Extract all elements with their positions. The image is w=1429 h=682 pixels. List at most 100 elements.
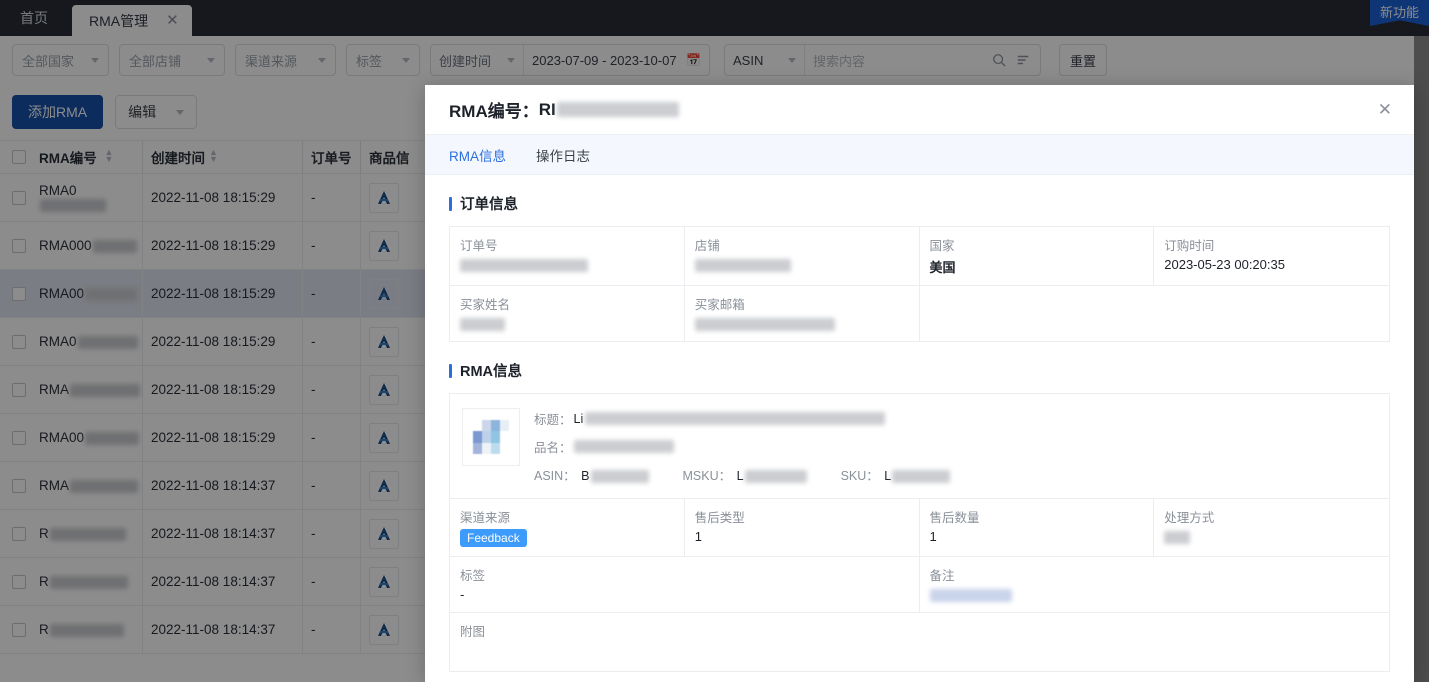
product-asin: ASIN： B [534,465,649,484]
product-asin-value: B [581,469,649,483]
redacted-value [585,412,886,425]
field-aftersale-type: 售后类型 1 [685,499,920,556]
field-aftersale-qty-label: 售后数量 [929,511,980,525]
redacted-value [1164,531,1191,545]
field-tag-label: 标签 [460,569,486,583]
redacted-rma-number [556,102,679,117]
modal-body: 订单信息 订单号 店铺 国家 美国 订购时间 2023-05-23 00:20:… [425,175,1414,682]
order-info-row: 订单号 店铺 国家 美国 订购时间 2023-05-23 00:20:35 [450,227,1389,286]
field-channel-source-label: 渠道来源 [460,511,511,525]
field-remark-label: 备注 [929,569,955,583]
field-tag-value: - [460,587,465,602]
field-aftersale-type-value: 1 [694,529,702,544]
tab-operation-log[interactable]: 操作日志 [536,145,590,165]
product-asin-label: ASIN： [534,469,576,483]
product-title-text: Li [573,411,584,426]
product-name-value [573,440,674,453]
section-accent-bar [449,196,452,211]
product-msku: MSKU： L [683,465,807,484]
field-order-time-value: 2023-05-23 00:20:35 [1164,257,1285,272]
field-store: 店铺 [685,227,920,285]
redacted-value [929,589,1012,603]
rma-info-title-label: RMA信息 [460,364,523,380]
product-title-label: 标题： [534,413,572,427]
redacted-value [694,259,791,273]
rma-info-section-title: RMA信息 [449,360,1390,381]
modal-tab-bar: RMA信息 操作日志 [425,135,1414,175]
product-sku-label: SKU： [840,469,879,483]
product-msku-label: MSKU： [682,469,732,483]
tab-rma-info-label: RMA信息 [449,148,506,164]
field-store-value [694,257,909,273]
field-tag: 标签 - [450,557,920,612]
field-buyer-email-value [694,316,909,332]
rma-info-grid: 标题： Li 品名： ASIN： B MSKU： L SKU： L 渠道来源 F… [449,393,1390,672]
product-meta-line: ASIN： B MSKU： L SKU： L [534,465,1377,484]
product-sku-text: L [884,469,892,483]
product-name-label: 品名： [534,441,572,455]
modal-title-value: RI [538,99,556,119]
product-asin-text: B [581,469,590,483]
field-order-time: 订购时间 2023-05-23 00:20:35 [1154,227,1389,285]
field-order-number: 订单号 [450,227,685,285]
order-info-grid: 订单号 店铺 国家 美国 订购时间 2023-05-23 00:20:35 买家… [449,226,1390,342]
field-country: 国家 美国 [920,227,1155,285]
product-msku-text: L [736,469,744,483]
field-buyer-name-label: 买家姓名 [460,298,511,312]
backdrop-right-strip [1414,36,1429,682]
status-badge: Feedback [460,529,527,547]
section-accent-bar [449,363,452,378]
redacted-value [892,469,951,483]
field-handling-method-label: 处理方式 [1164,511,1215,525]
rma-attributes-row: 渠道来源 Feedback 售后类型 1 售后数量 1 处理方式 [450,499,1389,557]
field-handling-method-value [1164,529,1379,545]
redacted-value [744,469,807,483]
product-text-lines: 标题： Li 品名： ASIN： B MSKU： L SKU： L [534,408,1377,484]
redacted-value [460,259,588,273]
product-title-line: 标题： Li [534,409,1377,428]
product-thumbnail-image [473,420,509,454]
rma-attachments-row: 附图 [450,613,1389,672]
product-title-value: Li [574,412,886,426]
field-empty [920,286,1390,341]
modal-title-prefix: RMA编号： [449,102,539,121]
field-remark-value [929,587,1380,603]
order-info-row: 买家姓名 买家邮箱 [450,286,1389,342]
field-country-value: 美国 [929,260,956,275]
field-country-label: 国家 [929,239,955,253]
product-sku: SKU： L [841,465,951,484]
order-info-section-title: 订单信息 [449,193,1390,214]
field-buyer-email-label: 买家邮箱 [694,298,745,312]
field-buyer-email: 买家邮箱 [685,286,920,341]
field-remark: 备注 [920,557,1390,612]
field-aftersale-type-label: 售后类型 [694,511,745,525]
redacted-value [694,318,835,332]
field-channel-source: 渠道来源 Feedback [450,499,685,556]
field-aftersale-qty-value: 1 [929,529,937,544]
tab-rma-info[interactable]: RMA信息 [449,145,506,165]
redacted-value [460,318,505,332]
field-order-time-label: 订购时间 [1164,239,1215,253]
close-icon[interactable]: ✕ [1378,101,1392,118]
field-order-number-value [460,257,674,273]
order-info-title-label: 订单信息 [460,197,518,213]
product-sku-value: L [884,469,951,483]
field-aftersale-qty: 售后数量 1 [920,499,1155,556]
tab-operation-log-label: 操作日志 [536,148,590,164]
redacted-value [590,469,649,483]
modal-header: RMA编号： RI ✕ [425,85,1414,135]
product-summary: 标题： Li 品名： ASIN： B MSKU： L SKU： L [450,394,1389,499]
redacted-value [573,440,674,453]
product-msku-value: L [737,469,807,483]
field-attachments: 附图 [450,613,1389,671]
field-store-label: 店铺 [694,239,720,253]
field-attachments-value [460,643,1379,659]
product-name-line: 品名： [534,437,1377,456]
field-handling-method: 处理方式 [1154,499,1389,556]
modal-title: RMA编号： RI [449,97,679,122]
field-channel-source-value: Feedback [460,529,674,547]
rma-detail-modal: RMA编号： RI ✕ RMA信息 操作日志 订单信息 订单号 店铺 国家 美国… [425,85,1414,682]
field-buyer-name: 买家姓名 [450,286,685,341]
field-attachments-label: 附图 [460,625,486,639]
rma-notes-row: 标签 - 备注 [450,557,1389,613]
